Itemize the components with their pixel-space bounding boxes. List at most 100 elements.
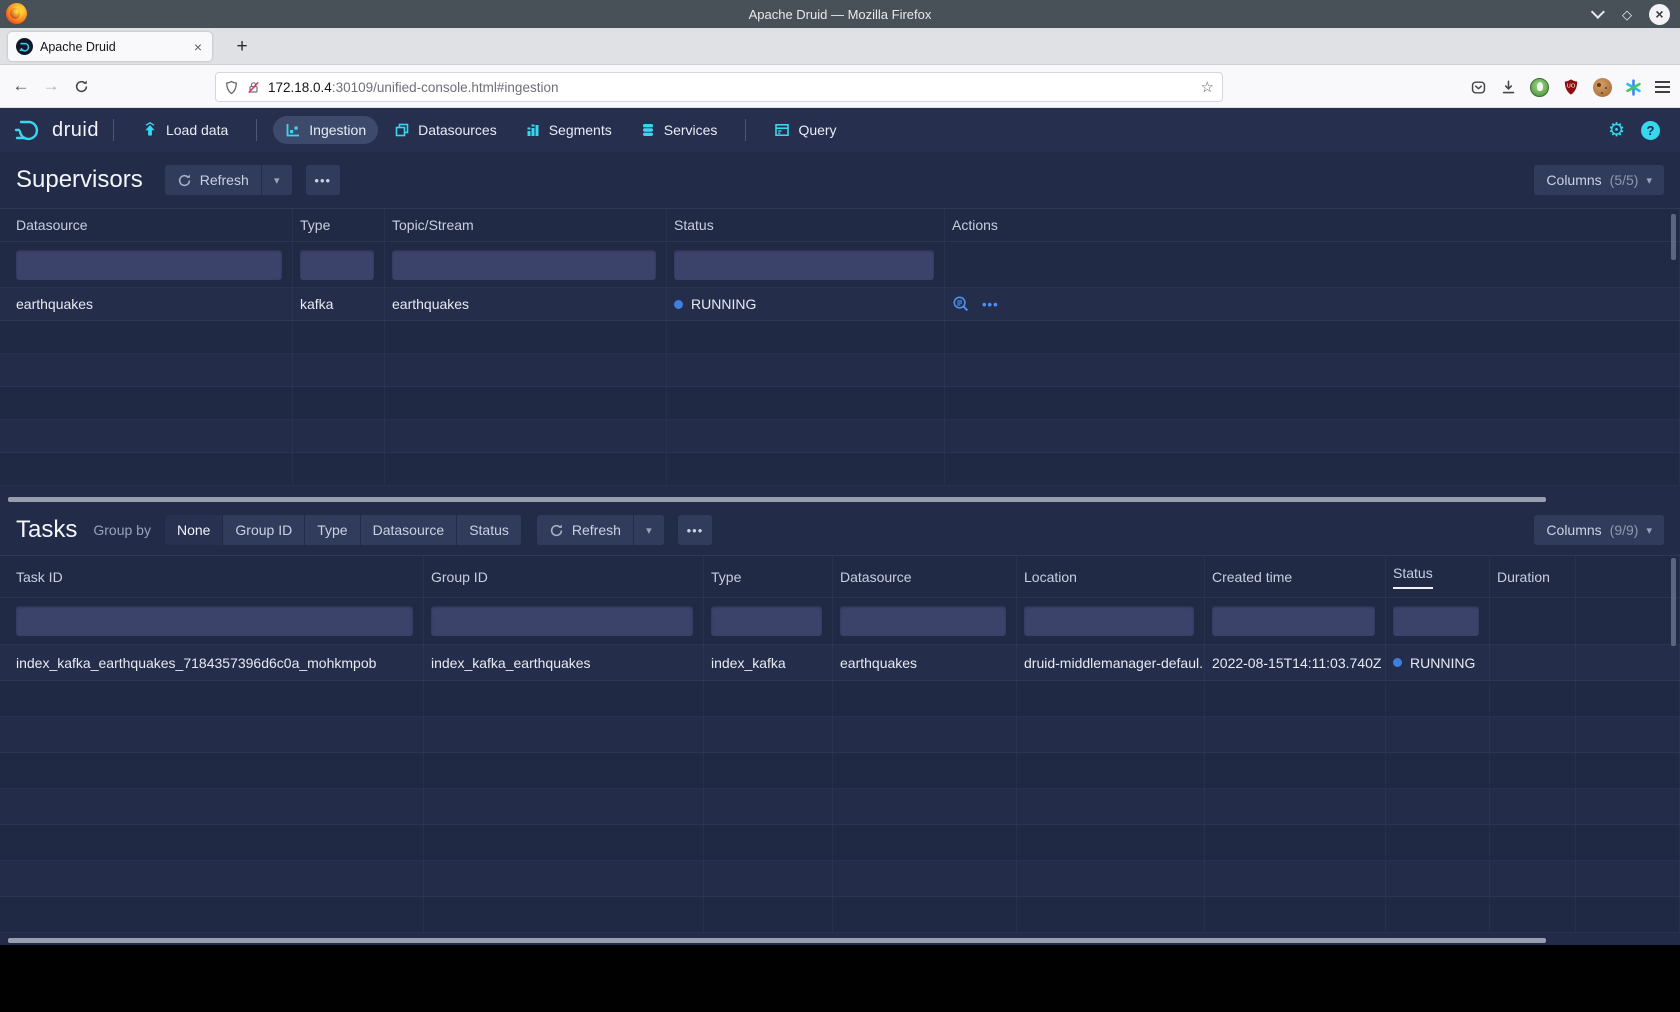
status-dot: [1393, 658, 1402, 667]
supervisor-type[interactable]: kafka: [293, 288, 385, 320]
task-group-id[interactable]: index_kafka_earthquakes: [424, 645, 704, 680]
privacy-badger-icon[interactable]: [1530, 78, 1549, 97]
druid-brand[interactable]: druid: [14, 117, 99, 143]
tab-bar: Apache Druid × +: [0, 28, 1680, 64]
inspect-magnifier-icon[interactable]: [952, 295, 970, 313]
supervisors-more-button[interactable]: •••: [306, 165, 340, 195]
filter-status-input[interactable]: [674, 250, 934, 280]
supervisors-vertical-scrollbar[interactable]: [1671, 214, 1676, 260]
tab-close-icon[interactable]: ×: [192, 39, 204, 55]
query-icon: [774, 122, 790, 138]
group-by-status-button[interactable]: Status: [457, 515, 521, 545]
new-tab-button[interactable]: +: [228, 32, 256, 61]
task-id[interactable]: index_kafka_earthquakes_7184357396d6c0a_…: [0, 645, 424, 680]
refresh-icon: [549, 523, 564, 538]
supervisor-topic[interactable]: earthquakes: [385, 288, 667, 320]
supervisors-horizontal-scrollbar[interactable]: [8, 497, 1546, 502]
filter-status-input[interactable]: [1393, 606, 1479, 636]
table-row-empty: [0, 789, 1680, 825]
nav-item-services[interactable]: Services: [628, 116, 730, 144]
column-header[interactable]: Task ID: [0, 556, 424, 598]
filter-location-input[interactable]: [1024, 606, 1194, 636]
settings-gear-icon[interactable]: ⚙: [1608, 119, 1625, 142]
column-header[interactable]: Type: [704, 556, 833, 598]
column-header[interactable]: Status: [667, 209, 945, 242]
filter-group-id-input[interactable]: [431, 606, 693, 636]
column-header-sorted[interactable]: Status: [1386, 556, 1490, 598]
nav-item-segments[interactable]: Segments: [513, 116, 624, 144]
url-bar[interactable]: 172.18.0.4:30109/unified-console.html#in…: [215, 72, 1223, 102]
tasks-refresh-dropdown-button[interactable]: ▾: [634, 515, 664, 545]
nav-item-datasources[interactable]: Datasources: [382, 116, 509, 144]
filter-created-time-input[interactable]: [1212, 606, 1375, 636]
filter-type-input[interactable]: [711, 606, 822, 636]
nav-item-query[interactable]: Query: [762, 116, 848, 144]
task-location[interactable]: druid-middlemanager-defaul...: [1017, 645, 1205, 680]
nav-item-ingestion[interactable]: Ingestion: [273, 116, 378, 144]
browser-tab-apache-druid[interactable]: Apache Druid ×: [8, 32, 212, 61]
url-text[interactable]: 172.18.0.4:30109/unified-console.html#in…: [268, 80, 1194, 95]
filter-task-id-input[interactable]: [16, 606, 413, 636]
column-header[interactable]: Location: [1017, 556, 1205, 598]
back-button[interactable]: ←: [6, 76, 36, 96]
help-icon[interactable]: ?: [1641, 121, 1660, 140]
filter-type-input[interactable]: [300, 250, 374, 280]
supervisor-status[interactable]: RUNNING: [667, 288, 945, 320]
column-header[interactable]: Topic/Stream: [385, 209, 667, 242]
tracking-shield-icon[interactable]: [224, 80, 239, 95]
pocket-icon[interactable]: [1470, 79, 1487, 96]
task-row[interactable]: index_kafka_earthquakes_7184357396d6c0a_…: [0, 645, 1680, 681]
downloads-icon[interactable]: [1500, 79, 1517, 96]
reload-button[interactable]: [66, 79, 96, 94]
tasks-horizontal-scrollbar[interactable]: [8, 938, 1546, 943]
tasks-more-button[interactable]: •••: [678, 515, 712, 545]
tasks-refresh-button[interactable]: Refresh: [537, 515, 633, 545]
supervisors-refresh-dropdown-button[interactable]: ▾: [262, 165, 292, 195]
supervisors-columns-button[interactable]: Columns (5/5) ▾: [1534, 165, 1664, 195]
window-title: Apache Druid — Mozilla Firefox: [0, 7, 1680, 22]
nav-item-load-data[interactable]: Load data: [130, 116, 240, 144]
filter-datasource-input[interactable]: [840, 606, 1006, 636]
task-type[interactable]: index_kafka: [704, 645, 833, 680]
window-maximize-icon[interactable]: ◇: [1622, 8, 1632, 21]
task-duration[interactable]: [1490, 645, 1576, 680]
menu-icon[interactable]: [1655, 81, 1670, 93]
filter-topic-input[interactable]: [392, 250, 656, 280]
tasks-columns-button[interactable]: Columns (9/9) ▾: [1534, 515, 1664, 545]
tasks-vertical-scrollbar[interactable]: [1671, 558, 1676, 646]
task-datasource[interactable]: earthquakes: [833, 645, 1017, 680]
table-row-empty: [0, 321, 1680, 354]
refresh-icon: [177, 173, 192, 188]
bookmark-star-icon[interactable]: ☆: [1201, 78, 1214, 96]
group-by-group-id-button[interactable]: Group ID: [223, 515, 304, 545]
supervisor-datasource[interactable]: earthquakes: [0, 288, 293, 320]
column-header[interactable]: Duration: [1490, 556, 1576, 598]
insecure-lock-icon[interactable]: [246, 80, 261, 95]
group-by-type-button[interactable]: Type: [305, 515, 359, 545]
column-header[interactable]: Actions: [945, 209, 1680, 242]
column-header[interactable]: Created time: [1205, 556, 1386, 598]
supervisor-row[interactable]: earthquakes kafka earthquakes RUNNING ••…: [0, 288, 1680, 321]
group-by-datasource-button[interactable]: Datasource: [361, 515, 457, 545]
cookie-autodelete-icon[interactable]: [1593, 78, 1612, 97]
task-status[interactable]: RUNNING: [1386, 645, 1490, 680]
table-row-empty: [0, 387, 1680, 420]
table-row-empty: [0, 717, 1680, 753]
column-header[interactable]: Datasource: [833, 556, 1017, 598]
row-more-actions-icon[interactable]: •••: [982, 297, 999, 312]
table-row-empty: [0, 420, 1680, 453]
group-by-none-button[interactable]: None: [165, 515, 222, 545]
table-row-empty: [0, 861, 1680, 897]
status-dot: [674, 300, 683, 309]
druid-logo-icon: [14, 117, 44, 143]
supervisors-refresh-button[interactable]: Refresh: [165, 165, 261, 195]
column-header[interactable]: Type: [293, 209, 385, 242]
column-header[interactable]: Datasource: [0, 209, 293, 242]
window-close-icon[interactable]: ×: [1649, 4, 1670, 25]
container-asterisk-icon[interactable]: [1625, 79, 1642, 96]
filter-datasource-input[interactable]: [16, 250, 282, 280]
svg-text:UO: UO: [1567, 84, 1576, 90]
task-created-time[interactable]: 2022-08-15T14:11:03.740Z: [1205, 645, 1386, 680]
ublock-origin-icon[interactable]: UO: [1562, 78, 1580, 96]
column-header[interactable]: Group ID: [424, 556, 704, 598]
